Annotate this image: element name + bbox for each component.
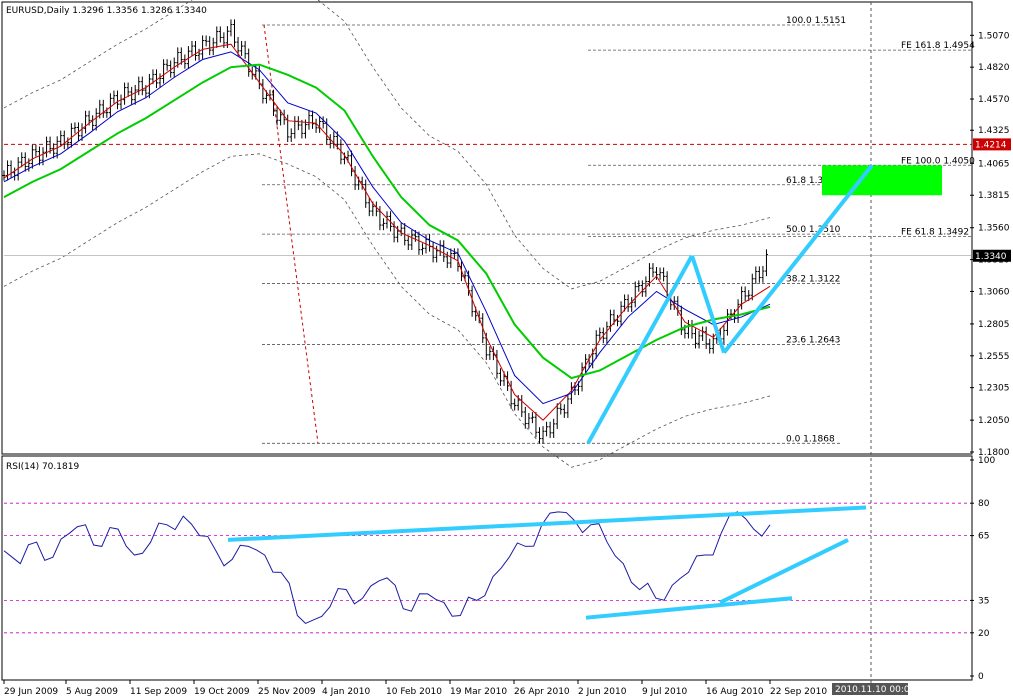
- rsi-tick-label: 0: [978, 672, 984, 682]
- trend-line-cd: [722, 164, 874, 354]
- fib-label: 50.0 1.3510: [786, 225, 841, 235]
- x-tick-label: 5 Aug 2009: [66, 687, 118, 697]
- red-level-label: 1.4214: [975, 140, 1007, 150]
- moving-average-line: [3, 43, 771, 421]
- x-tick-label: 2 Jun 2010: [578, 687, 627, 697]
- price-tick-label: 1.4820: [978, 63, 1010, 73]
- trend-line-bc: [690, 255, 726, 354]
- x-tick-label: 19 Mar 2010: [450, 687, 507, 697]
- band-lower: [3, 153, 771, 468]
- x-tick-label: 19 Oct 2009: [194, 687, 250, 697]
- x-tick-label: 29 Jun 2009: [4, 687, 58, 697]
- rsi-tick-label: 80: [978, 499, 990, 509]
- x-tick-label: 26 Apr 2010: [514, 687, 570, 697]
- x-tick-label: 4 Jan 2010: [322, 687, 370, 697]
- x-tick-label: 25 Nov 2009: [258, 687, 316, 697]
- fib-label: 38.2 1.3122: [786, 275, 840, 285]
- rsi-panel: [1, 455, 973, 681]
- rsi-resistance-line: [227, 505, 867, 542]
- x-tick-label: 9 Jul 2010: [642, 687, 687, 697]
- price-tick-label: 1.2305: [978, 384, 1010, 394]
- fe-label: FE 61.8 1.3492: [901, 227, 969, 237]
- rsi-tick-label: 20: [978, 629, 990, 639]
- price-tick-label: 1.3560: [978, 224, 1010, 234]
- fe-label: FE 161.8 1.4954: [901, 41, 975, 51]
- x-tick-label: 10 Feb 2010: [386, 687, 442, 697]
- price-layer: 100.0 1.515161.8 1.389750.0 1.351038.2 1…: [2, 0, 975, 468]
- fib-label: 0.0 1.1868: [786, 434, 835, 444]
- price-tick-label: 1.2050: [978, 416, 1010, 426]
- rsi-title: RSI(14) 70.1819: [6, 462, 79, 472]
- x-tick-label: 11 Sep 2009: [130, 687, 187, 697]
- x-tick-label: 16 Aug 2010: [706, 687, 764, 697]
- price-tick-label: 1.2555: [978, 352, 1010, 362]
- price-tick-label: 1.3060: [978, 287, 1010, 297]
- price-tick-label: 1.3815: [978, 191, 1010, 201]
- rsi-tick-label: 35: [978, 596, 989, 606]
- fib-label: 23.6 1.2643: [786, 336, 840, 346]
- fib-label: 100.0 1.5151: [786, 16, 846, 26]
- rsi-layer: [3, 502, 970, 634]
- rsi-tick-label: 65: [978, 532, 989, 542]
- price-tick-label: 1.5070: [978, 31, 1010, 41]
- fe-label: FE 100.0 1.4050: [901, 156, 975, 166]
- price-chart-title: EURUSD,Daily 1.3296 1.3356 1.3286 1.3340: [6, 6, 207, 16]
- rsi-rising-line: [719, 538, 849, 605]
- price-tick-label: 1.4065: [978, 159, 1010, 169]
- axes-layer: 1.5070 1.4820 1.4570 1.4325 1.4065 1.3815 1.35…: [3, 31, 1011, 697]
- rsi-line: [3, 511, 771, 625]
- price-tick-label: 1.2805: [978, 320, 1010, 330]
- future-date-label: 2010.11.10 00:00: [835, 685, 916, 695]
- chart-canvas: EURUSD,Daily 1.3296 1.3356 1.3286 1.3340…: [1, 0, 1011, 697]
- x-tick-label: 22 Sep 2010: [770, 687, 827, 697]
- target-zone: [822, 165, 942, 196]
- rsi-tick-label: 100: [978, 456, 995, 466]
- current-price-label: 1.3340: [975, 252, 1007, 262]
- price-tick-label: 1.4325: [978, 126, 1010, 136]
- price-tick-label: 1.4570: [978, 95, 1010, 105]
- rsi-support-line: [585, 596, 793, 620]
